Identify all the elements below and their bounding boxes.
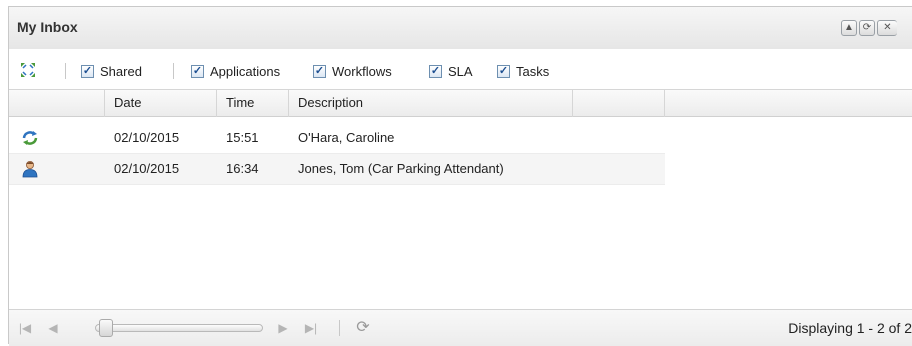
collapse-icon[interactable]: ▲	[841, 20, 857, 36]
shared-label: Shared	[100, 63, 142, 79]
refresh-icon[interactable]: ⟳	[355, 320, 371, 336]
panel-title: My Inbox	[17, 19, 78, 35]
close-icon[interactable]: ✕	[877, 20, 897, 36]
inbox-panel: My Inbox ▲ ⟳ ✕ ✓ Shared ✓ Applications ✓…	[8, 6, 912, 346]
workflow-refresh-icon	[21, 129, 39, 147]
filter-workflows[interactable]: ✓ Workflows	[313, 63, 392, 79]
table-row[interactable]: 02/10/2015 15:51 O'Hara, Caroline	[9, 123, 665, 154]
first-page-icon[interactable]: |◀	[17, 320, 33, 336]
footer-separator	[339, 320, 340, 336]
expand-arrows-icon[interactable]	[19, 61, 37, 79]
applications-label: Applications	[210, 63, 281, 79]
page-slider-thumb[interactable]	[99, 319, 113, 337]
toolbar-separator	[173, 63, 174, 79]
filter-toolbar: ✓ Shared ✓ Applications ✓ Workflows ✓ SL…	[9, 49, 912, 89]
refresh-icon[interactable]: ⟳	[859, 20, 875, 36]
row-date: 02/10/2015	[114, 161, 180, 176]
column-header-date[interactable]: Date	[105, 90, 217, 117]
row-time: 16:34	[226, 161, 259, 176]
page-slider[interactable]	[95, 324, 263, 332]
applications-checkbox[interactable]: ✓	[191, 64, 204, 78]
column-header-time[interactable]: Time	[217, 90, 289, 117]
toolbar-separator	[65, 63, 66, 79]
tasks-label: Tasks	[516, 63, 550, 79]
prev-page-icon[interactable]: ◀	[45, 320, 61, 336]
panel-header: My Inbox ▲ ⟳ ✕	[9, 7, 912, 50]
filter-applications[interactable]: ✓ Applications	[191, 63, 280, 79]
row-time: 15:51	[226, 130, 259, 145]
column-header-icon[interactable]	[9, 90, 105, 117]
close-glyph: ✕	[883, 22, 892, 33]
workflows-label: Workflows	[332, 63, 392, 79]
column-header-description[interactable]: Description	[289, 90, 573, 117]
sla-checkbox[interactable]: ✓	[429, 64, 442, 78]
grid-header: Date Time Description	[9, 89, 912, 117]
tasks-checkbox[interactable]: ✓	[497, 64, 510, 78]
paging-status: Displaying 1 - 2 of 2	[788, 320, 912, 336]
shared-checkbox[interactable]: ✓	[81, 64, 94, 78]
refresh-glyph: ⟳	[862, 22, 872, 33]
paging-toolbar: |◀ ◀ ▶ ▶| ⟳ Displaying 1 - 2 of 2	[9, 309, 912, 346]
table-row[interactable]: 02/10/2015 16:34 Jones, Tom (Car Parking…	[9, 154, 665, 185]
row-description: Jones, Tom (Car Parking Attendant)	[298, 161, 504, 176]
workflows-checkbox[interactable]: ✓	[313, 64, 326, 78]
row-description: O'Hara, Caroline	[298, 130, 395, 145]
filter-tasks[interactable]: ✓ Tasks	[497, 63, 549, 79]
user-icon	[21, 160, 39, 178]
next-page-icon[interactable]: ▶	[275, 320, 291, 336]
column-header-extra[interactable]	[573, 90, 665, 117]
filter-sla[interactable]: ✓ SLA	[429, 63, 473, 79]
row-date: 02/10/2015	[114, 130, 180, 145]
last-page-icon[interactable]: ▶|	[303, 320, 319, 336]
filter-shared[interactable]: ✓ Shared	[81, 63, 142, 79]
sla-label: SLA	[448, 63, 473, 79]
collapse-glyph: ▲	[844, 22, 854, 33]
